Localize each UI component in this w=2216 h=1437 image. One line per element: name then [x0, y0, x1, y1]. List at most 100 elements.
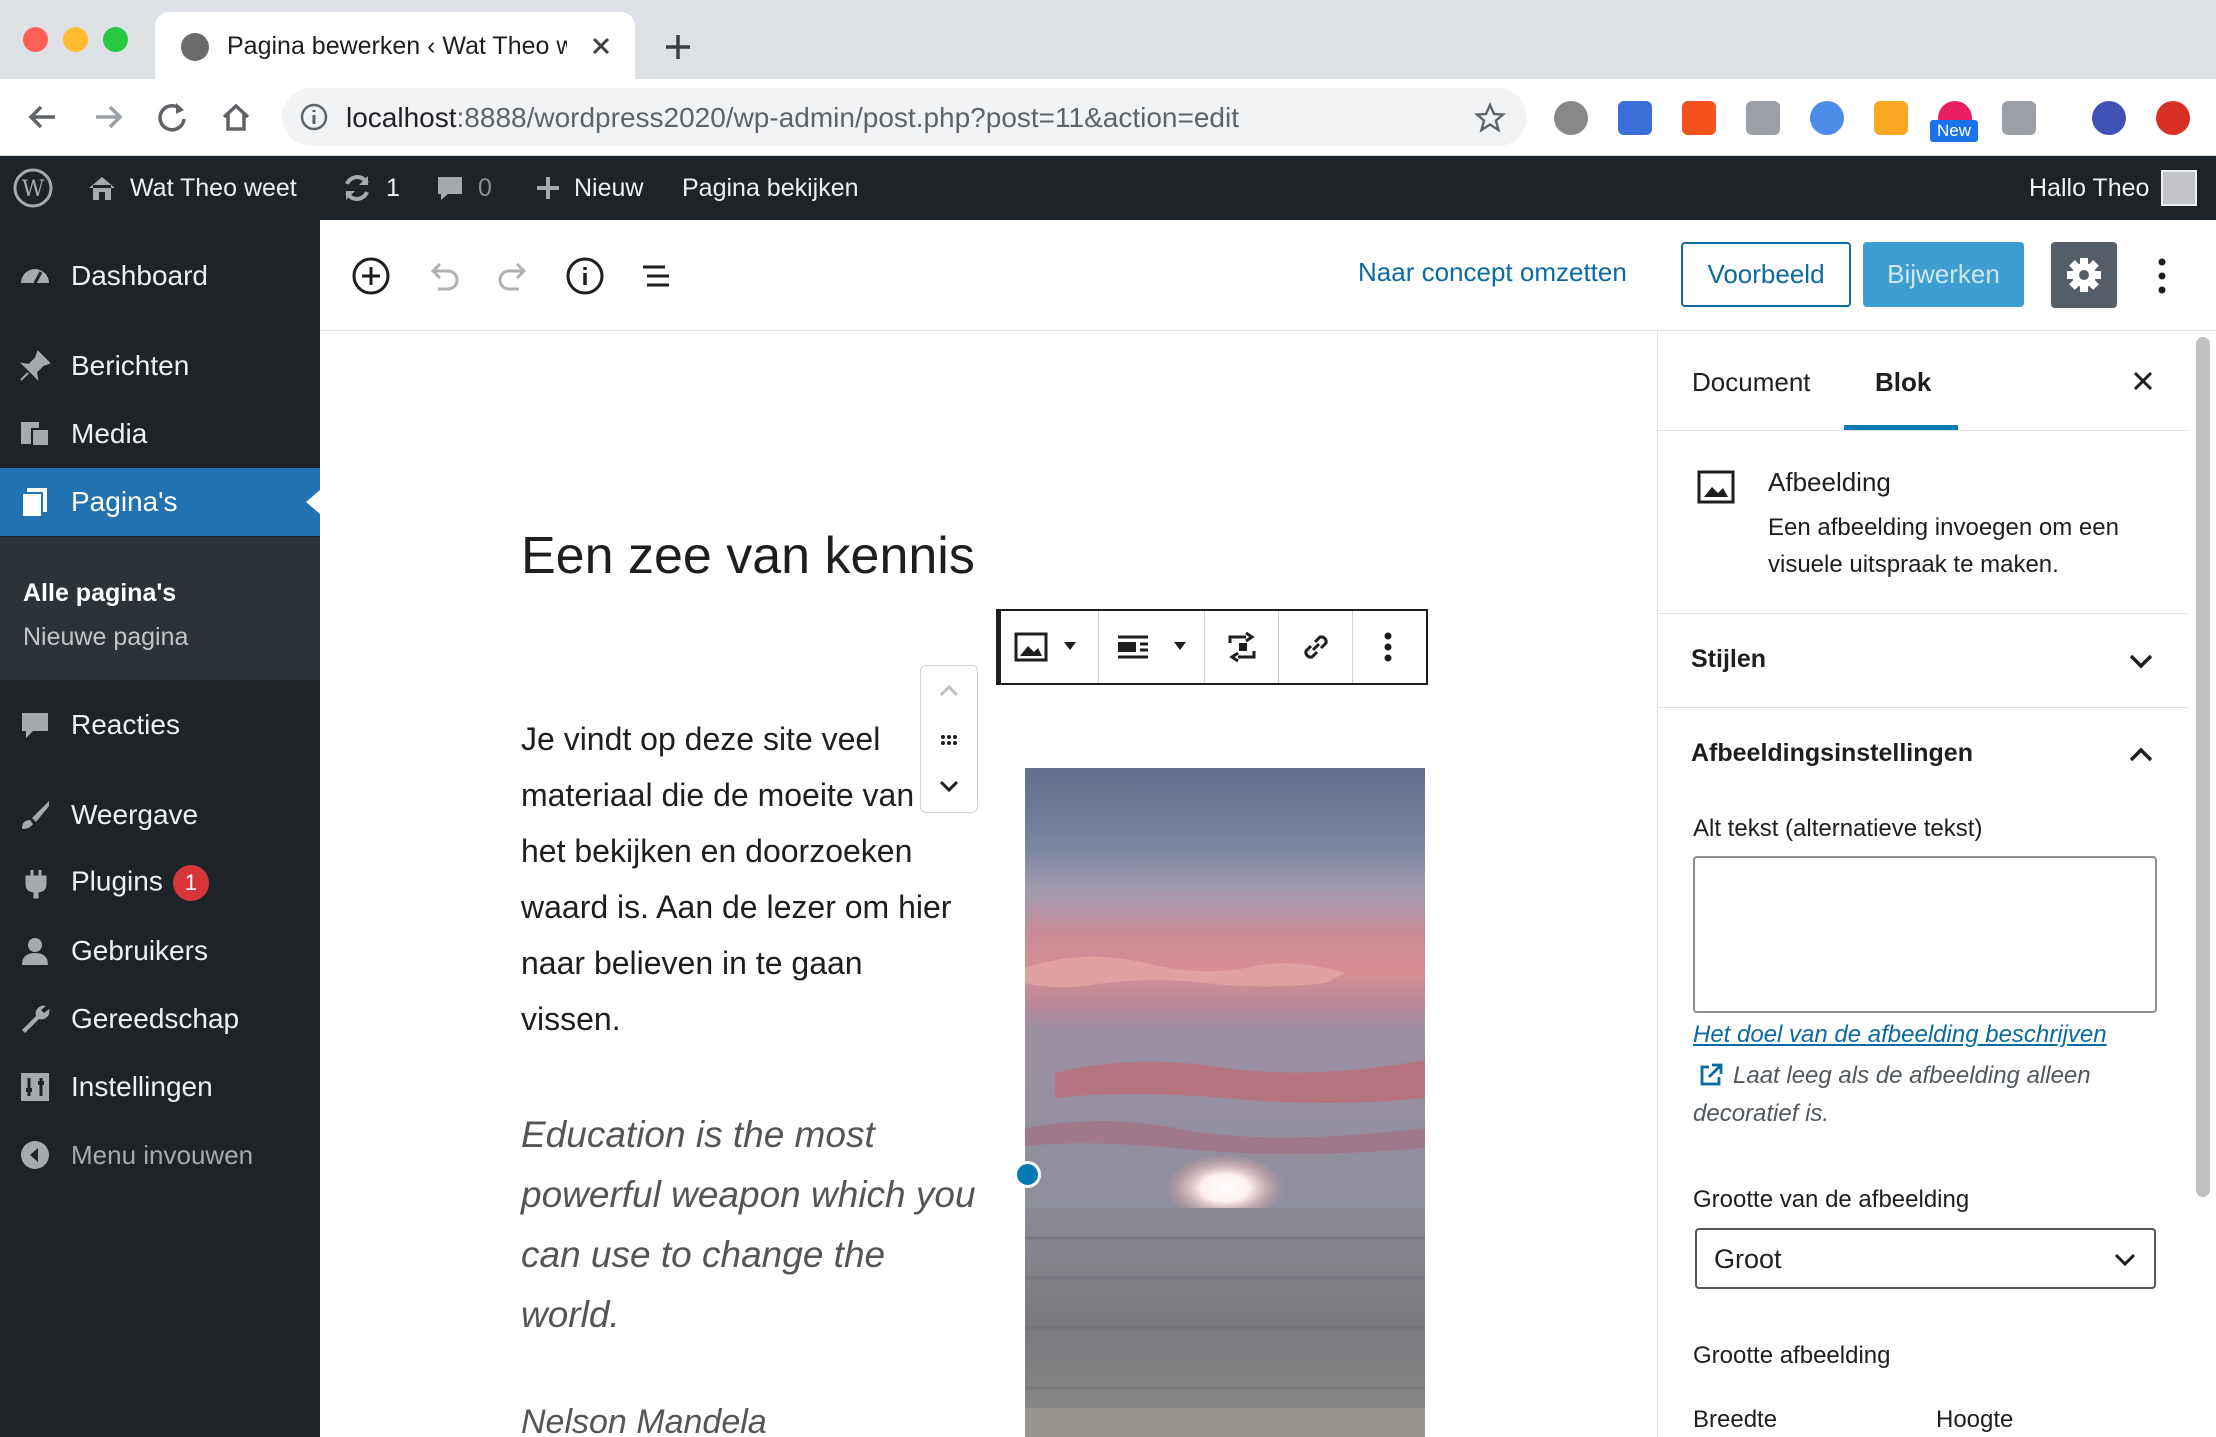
plus-icon — [537, 177, 559, 199]
plus-extension-icon[interactable] — [1682, 101, 1716, 135]
browser-tab-bar: Pagina bewerken ‹ Wat Theo weet — WordPr… — [0, 0, 2216, 79]
comments-link[interactable]: 0 — [434, 156, 492, 220]
image-block[interactable] — [1025, 768, 1425, 1437]
insert-link-button[interactable] — [1279, 611, 1353, 683]
editor-toolbar: Naar concept omzetten Voorbeeld Bijwerke… — [320, 220, 2216, 331]
pages-submenu: Alle pagina's Nieuwe pagina — [0, 537, 320, 680]
block-card-title: Afbeelding — [1768, 467, 1891, 497]
move-down-icon[interactable] — [934, 771, 964, 801]
circle-extension-icon[interactable] — [1810, 101, 1844, 135]
menu-item-comments[interactable]: Reacties — [0, 691, 320, 759]
image-size-select[interactable]: Groot — [1695, 1228, 2156, 1289]
radar-extension-icon[interactable] — [2092, 101, 2126, 135]
menu-item-appearance[interactable]: Weergave — [0, 781, 320, 849]
close-icon[interactable] — [2127, 365, 2159, 397]
quote-text[interactable]: Education is the most powerful weapon wh… — [521, 1105, 981, 1345]
plugin-icon — [25, 870, 47, 899]
menu-item-pages[interactable]: Pagina's — [0, 468, 320, 536]
maximize-window-button[interactable] — [103, 27, 128, 52]
chevron-down-icon — [2129, 654, 2153, 669]
upload-extension-icon[interactable] — [2156, 101, 2190, 135]
menu-item-media[interactable]: Media — [0, 400, 320, 468]
image-resize-handle[interactable] — [1014, 1161, 1041, 1188]
quote-citation[interactable]: Nelson Mandela — [521, 1403, 767, 1437]
settings-toggle-button[interactable] — [2051, 242, 2117, 308]
outline-icon[interactable] — [635, 255, 677, 297]
submenu-new-page[interactable]: Nieuwe pagina — [23, 623, 188, 652]
address-bar[interactable]: localhost:8888/wordpress2020/wp-admin/po… — [282, 88, 1527, 146]
caret-down-icon — [1064, 642, 1076, 650]
paragraph-block[interactable]: Je vindt op deze site veel materiaal die… — [521, 711, 961, 1047]
back-icon[interactable] — [23, 97, 63, 137]
settings-scrollbar[interactable] — [2196, 337, 2210, 1197]
styles-panel-toggle[interactable]: Stijlen — [1658, 614, 2189, 708]
link-icon — [1304, 635, 1328, 659]
submenu-all-pages[interactable]: Alle pagina's — [23, 579, 176, 608]
view-page-link[interactable]: Pagina bekijken — [682, 156, 859, 220]
menu-item-users[interactable]: Gebruikers — [0, 917, 320, 985]
new-tab-icon[interactable] — [658, 27, 698, 67]
align-dropdown[interactable] — [1099, 611, 1205, 683]
close-window-button[interactable] — [23, 27, 48, 52]
menu-label: Berichten — [71, 350, 190, 381]
image-settings-panel-toggle[interactable]: Afbeeldingsinstellingen — [1658, 708, 2189, 802]
puzzle-extension-icon[interactable] — [1618, 101, 1652, 135]
caret-down-icon — [1174, 642, 1186, 650]
undo-icon[interactable] — [422, 255, 464, 297]
update-count-badge: 1 — [172, 865, 209, 901]
greeting: Hallo Theo — [2029, 173, 2150, 202]
post-title[interactable]: Een zee van kennis — [521, 526, 975, 586]
new-content-link[interactable]: Nieuw — [534, 156, 643, 220]
chevron-up-icon — [2129, 747, 2153, 762]
info-icon[interactable] — [300, 103, 328, 131]
menu-label: Instellingen — [71, 1071, 213, 1102]
minimize-window-button[interactable] — [63, 27, 88, 52]
menu-label: Gebruikers — [71, 935, 208, 966]
my-account-link[interactable]: Hallo Theo — [2029, 156, 2198, 220]
menu-item-settings[interactable]: Instellingen — [0, 1053, 320, 1121]
menu-label: Gereedschap — [71, 1003, 240, 1034]
block-card-description: Een afbeelding invoegen om een visuele u… — [1768, 514, 2119, 578]
current-arrow — [306, 490, 320, 514]
menu-item-plugins[interactable]: Plugins 1 — [0, 849, 320, 917]
home-icon[interactable] — [216, 97, 256, 137]
menu-item-posts[interactable]: Berichten — [0, 332, 320, 400]
update-button[interactable]: Bijwerken — [1863, 242, 2024, 307]
browser-tab[interactable]: Pagina bewerken ‹ Wat Theo weet — WordPr… — [155, 12, 635, 79]
more-menu-icon[interactable] — [2150, 254, 2174, 298]
tab-block[interactable]: Blok — [1875, 367, 1931, 398]
add-block-icon[interactable] — [350, 255, 392, 297]
alt-text-help-link[interactable]: Het doel van de afbeelding beschrijven — [1693, 1021, 2107, 1049]
info-icon[interactable] — [564, 255, 606, 297]
xml-extension-icon[interactable] — [1874, 101, 1908, 135]
v-extension-icon[interactable] — [2002, 101, 2036, 135]
browser-toolbar: localhost:8888/wordpress2020/wp-admin/po… — [0, 79, 2216, 156]
redo-icon[interactable] — [493, 255, 535, 297]
close-tab-icon[interactable] — [583, 28, 619, 64]
bookmark-star-icon[interactable] — [1474, 102, 1506, 134]
preview-button[interactable]: Voorbeeld — [1681, 242, 1851, 307]
wp-logo-button[interactable]: W — [12, 156, 54, 220]
block-more-options-button[interactable] — [1353, 611, 1423, 683]
gear-extension-icon[interactable] — [1554, 101, 1588, 135]
alt-text-field[interactable] — [1693, 856, 2157, 1013]
menu-item-tools[interactable]: Gereedschap — [0, 985, 320, 1053]
menu-item-dashboard[interactable]: Dashboard — [0, 242, 320, 310]
reload-icon[interactable] — [152, 97, 192, 137]
block-type-switcher[interactable] — [1001, 611, 1099, 683]
avatar — [2161, 170, 2198, 206]
height-label: Hoogte — [1936, 1406, 2014, 1433]
move-up-icon[interactable] — [934, 676, 964, 706]
forward-icon[interactable] — [88, 97, 128, 137]
replace-image-button[interactable] — [1205, 611, 1279, 683]
collapse-icon — [21, 1141, 49, 1169]
drag-handle-icon[interactable] — [934, 725, 964, 755]
camera-extension-icon[interactable] — [1746, 101, 1780, 135]
collapse-menu-button[interactable]: Menu invouwen — [0, 1121, 320, 1189]
site-name-link[interactable]: Wat Theo weet — [86, 156, 297, 220]
image-size-label: Grootte van de afbeelding — [1693, 1186, 1970, 1213]
menu-label: Pagina's — [71, 486, 178, 517]
tab-document[interactable]: Document — [1692, 367, 1811, 398]
updates-link[interactable]: 1 — [340, 156, 400, 220]
switch-to-draft-button[interactable]: Naar concept omzetten — [1358, 257, 1627, 288]
